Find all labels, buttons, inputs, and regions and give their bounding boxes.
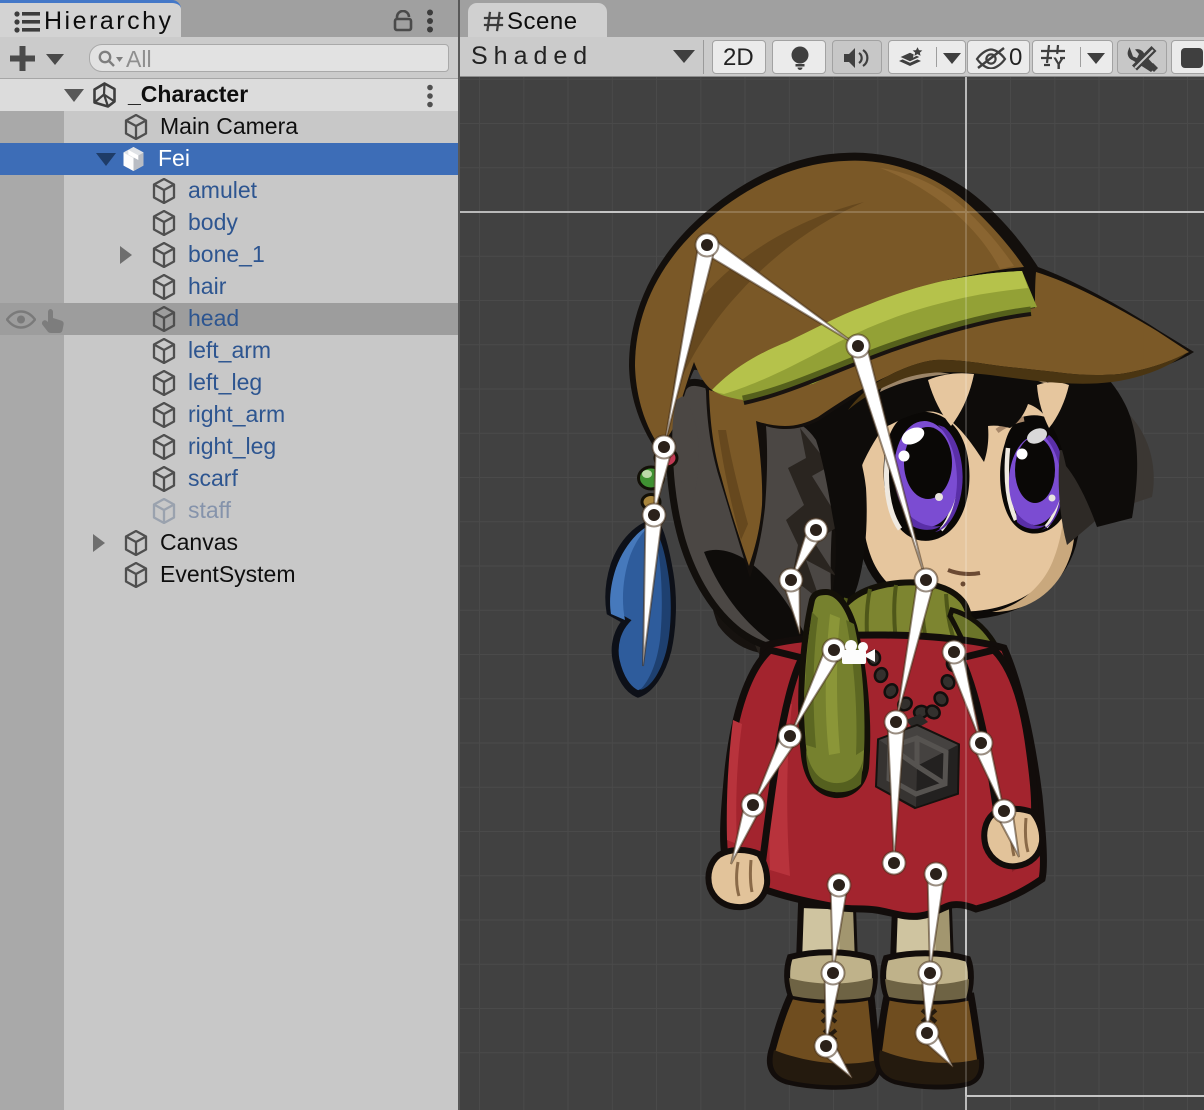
svg-text:Y: Y xyxy=(1053,54,1065,73)
